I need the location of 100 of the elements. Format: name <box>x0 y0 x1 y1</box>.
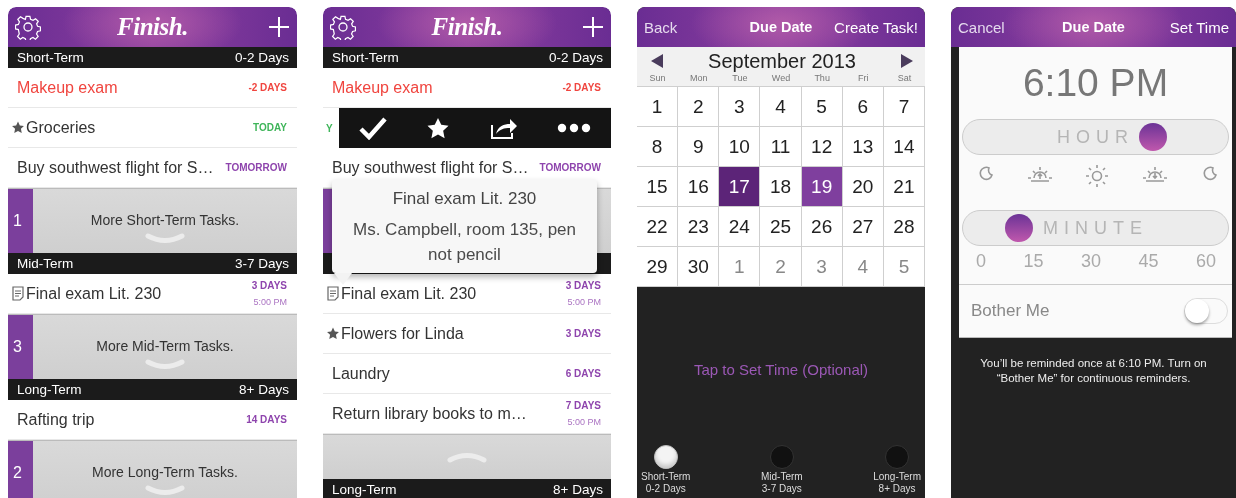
section-range: 8+ Days <box>239 382 289 397</box>
slider-thumb[interactable] <box>1139 123 1168 151</box>
check-icon[interactable] <box>358 116 387 140</box>
due-label: TODAY <box>253 122 287 133</box>
add-icon[interactable] <box>582 16 604 38</box>
day-cell[interactable]: 23 <box>678 207 720 247</box>
weekday-label: Tue <box>731 73 749 83</box>
minute-tick-label: 60 <box>1195 251 1216 273</box>
term-range: 0-2 Days <box>645 483 686 495</box>
day-cell[interactable]: 27 <box>842 207 884 247</box>
toggle-switch[interactable] <box>1184 298 1228 324</box>
star-icon[interactable] <box>426 116 451 140</box>
reminder-note: You’ll be reminded once at 6:10 PM. Turn on “Bother Me” for continuous reminders. <box>979 356 1208 386</box>
day-cell[interactable]: 28 <box>883 207 925 247</box>
moon-icon <box>1200 164 1218 182</box>
day-cell[interactable]: 3 <box>719 87 761 127</box>
term-radio[interactable] <box>653 445 678 469</box>
task-title: Final exam Lit. 230 <box>341 284 478 303</box>
day-cell[interactable]: 15 <box>637 167 679 207</box>
term-range: 3-7 Days <box>761 483 802 495</box>
more-tasks-panel[interactable]: 2 More Long-Term Tasks. <box>8 440 297 498</box>
settings-icon[interactable] <box>15 14 41 40</box>
minute-tick-label: 45 <box>1138 251 1159 273</box>
day-cell[interactable]: 30 <box>678 247 720 287</box>
day-cell[interactable]: 9 <box>678 127 720 167</box>
minute-tick-label: 0 <box>976 251 986 273</box>
day-cell[interactable]: 10 <box>719 127 761 167</box>
day-cell[interactable]: 1 <box>637 87 679 127</box>
day-cell[interactable]: 1 <box>719 247 761 287</box>
day-cell[interactable]: 24 <box>719 207 761 247</box>
day-cell[interactable]: 25 <box>760 207 802 247</box>
share-icon[interactable] <box>489 117 518 139</box>
next-month-icon[interactable] <box>901 54 913 68</box>
day-cell[interactable]: 11 <box>760 127 802 167</box>
due-time: 5:00 PM <box>567 417 601 427</box>
task-title: Return library books to m… <box>332 404 528 423</box>
day-cell[interactable]: 18 <box>760 167 802 207</box>
confirm-button[interactable]: Create Task! <box>834 18 918 36</box>
task-count: 3 <box>13 338 22 356</box>
day-cell[interactable]: 13 <box>842 127 884 167</box>
due-label: Y <box>325 122 334 134</box>
more-tasks-label: More Mid-Term Tasks. <box>96 338 234 354</box>
weekday-label: Thu <box>813 73 831 83</box>
confirm-button[interactable]: Set Time <box>1169 18 1229 36</box>
day-cell[interactable]: 14 <box>883 127 925 167</box>
screen-title: Due Date <box>749 19 813 35</box>
settings-icon[interactable] <box>330 14 356 40</box>
day-cell[interactable]: 5 <box>883 247 925 287</box>
day-cell[interactable]: 4 <box>842 247 884 287</box>
due-label: 7 DAYS <box>565 400 601 411</box>
day-cell[interactable]: 3 <box>801 247 843 287</box>
add-icon[interactable] <box>268 16 290 38</box>
due-label: -2 DAYS <box>562 82 601 93</box>
sunset-icon <box>1141 164 1168 182</box>
moon-icon <box>976 164 994 182</box>
time-display: 6:10 PM <box>1021 60 1170 106</box>
due-label: 3 DAYS <box>251 280 287 291</box>
app-logo: Finish. <box>117 13 188 41</box>
day-cell[interactable]: 16 <box>678 167 720 207</box>
task-title: Groceries <box>26 118 97 137</box>
day-cell[interactable]: 2 <box>760 247 802 287</box>
term-radio[interactable] <box>885 445 910 469</box>
section-range: 3-7 Days <box>234 256 289 271</box>
previous-month-icon[interactable] <box>651 54 663 68</box>
minute-tick-label: 30 <box>1080 251 1101 273</box>
section-range: 0-2 Days <box>234 50 289 65</box>
back-button[interactable]: Cancel <box>958 18 1005 36</box>
day-cell[interactable]: 12 <box>801 127 843 167</box>
screen-title: Due Date <box>1062 19 1125 35</box>
more-tasks-panel[interactable]: 1 More Short-Term Tasks. <box>8 188 297 253</box>
day-cell[interactable]: 17 <box>719 167 761 207</box>
weekday-label: Sat <box>896 73 913 83</box>
day-cell[interactable]: 26 <box>801 207 843 247</box>
day-cell[interactable]: 21 <box>883 167 925 207</box>
term-name: Short-Term <box>641 471 691 483</box>
day-cell[interactable]: 5 <box>801 87 843 127</box>
weekday-label: Wed <box>770 73 792 83</box>
day-cell[interactable]: 19 <box>801 167 843 207</box>
task-title: Final exam Lit. 230 <box>26 284 163 303</box>
more-tasks-panel[interactable]: 3 More Mid-Term Tasks. <box>8 314 297 379</box>
back-button[interactable]: Back <box>644 18 678 36</box>
day-cell[interactable]: 2 <box>678 87 720 127</box>
task-title: Makeup exam <box>332 78 434 97</box>
section-range: 8+ Days <box>553 482 603 497</box>
day-cell[interactable]: 6 <box>842 87 884 127</box>
term-name: Mid-Term <box>761 471 803 483</box>
task-title: Buy southwest flight for S… <box>17 158 215 177</box>
term-radio[interactable] <box>769 445 794 469</box>
day-cell[interactable]: 22 <box>637 207 679 247</box>
term-name: Long-Term <box>873 471 921 483</box>
app-logo: Finish. <box>431 13 503 41</box>
more-icon[interactable] <box>557 123 592 133</box>
day-cell[interactable]: 29 <box>637 247 679 287</box>
day-cell[interactable]: 4 <box>760 87 802 127</box>
day-cell[interactable]: 8 <box>637 127 679 167</box>
slider-thumb[interactable] <box>1005 214 1034 242</box>
section-title: Short-Term <box>332 50 399 65</box>
more-tasks-label: More Long-Term Tasks. <box>92 464 238 480</box>
day-cell[interactable]: 20 <box>842 167 884 207</box>
day-cell[interactable]: 7 <box>883 87 925 127</box>
